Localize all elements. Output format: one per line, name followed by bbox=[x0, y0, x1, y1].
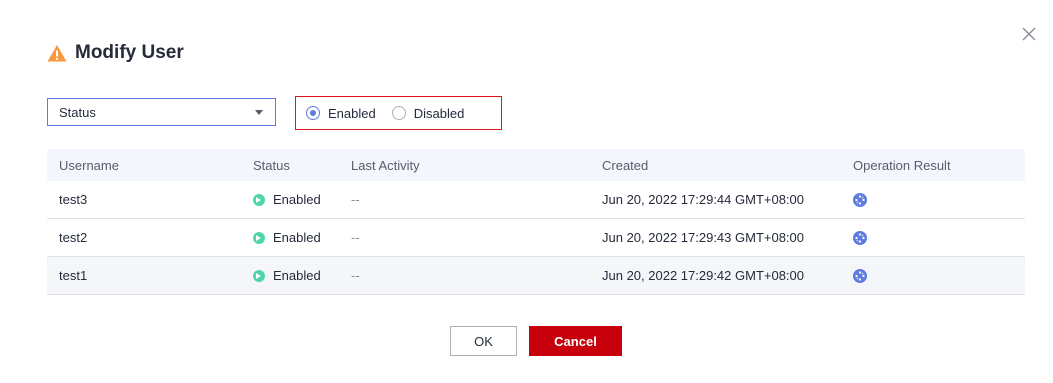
ok-button[interactable]: OK bbox=[450, 326, 517, 356]
radio-disabled-label: Disabled bbox=[413, 105, 465, 121]
users-table: Username Status Last Activity Created Op… bbox=[47, 149, 1025, 295]
status-cell: Enabled bbox=[241, 181, 339, 219]
username-cell: test3 bbox=[47, 181, 241, 219]
radio-checked-icon bbox=[306, 106, 320, 120]
column-header-status: Status bbox=[241, 149, 339, 181]
attribute-select[interactable]: Status bbox=[47, 98, 276, 126]
status-enabled-icon bbox=[253, 231, 265, 244]
username-cell: test2 bbox=[47, 218, 241, 257]
radio-unchecked-icon bbox=[391, 106, 406, 120]
radio-enabled[interactable]: Enabled bbox=[306, 106, 376, 121]
column-header-username: Username bbox=[47, 149, 241, 181]
status-label: Enabled bbox=[273, 192, 321, 207]
table-header-row: Username Status Last Activity Created Op… bbox=[47, 149, 1025, 181]
dialog-title: Modify User bbox=[75, 42, 184, 63]
table-row[interactable]: test2 Enabled -- Jun 20, 2022 17:29:43 G… bbox=[47, 218, 1025, 257]
status-label: Enabled bbox=[273, 268, 321, 283]
loading-spinner-icon bbox=[853, 268, 867, 283]
operation-result-cell bbox=[841, 256, 1025, 295]
operation-result-cell bbox=[841, 181, 1025, 219]
operation-result-cell bbox=[841, 218, 1025, 257]
created-cell: Jun 20, 2022 17:29:42 GMT+08:00 bbox=[590, 256, 841, 295]
status-radio-group: Enabled Disabled bbox=[295, 96, 502, 130]
last-activity-cell: -- bbox=[339, 181, 590, 219]
warning-icon bbox=[47, 45, 67, 62]
column-header-created: Created bbox=[590, 149, 841, 181]
status-enabled-icon bbox=[253, 193, 265, 206]
last-activity-cell: -- bbox=[339, 218, 590, 257]
created-cell: Jun 20, 2022 17:29:44 GMT+08:00 bbox=[590, 181, 841, 219]
status-cell: Enabled bbox=[241, 256, 339, 295]
status-enabled-icon bbox=[253, 269, 265, 282]
radio-enabled-label: Enabled bbox=[328, 105, 376, 121]
cancel-button[interactable]: Cancel bbox=[529, 326, 622, 356]
last-activity-cell: -- bbox=[339, 256, 590, 295]
loading-spinner-icon bbox=[853, 230, 867, 245]
status-cell: Enabled bbox=[241, 218, 339, 257]
attribute-select-value: Status bbox=[59, 104, 96, 120]
column-header-last-activity: Last Activity bbox=[339, 149, 590, 181]
radio-disabled[interactable]: Disabled bbox=[391, 105, 465, 121]
dialog-header: Modify User bbox=[47, 42, 184, 64]
column-header-operation-result: Operation Result bbox=[841, 149, 1025, 181]
table-row[interactable]: test3 Enabled -- Jun 20, 2022 17:29:44 G… bbox=[47, 181, 1025, 219]
created-cell: Jun 20, 2022 17:29:43 GMT+08:00 bbox=[590, 218, 841, 257]
username-cell: test1 bbox=[47, 256, 241, 295]
table-row[interactable]: test1 Enabled -- Jun 20, 2022 17:29:42 G… bbox=[47, 256, 1025, 295]
caret-down-icon bbox=[255, 109, 263, 115]
status-label: Enabled bbox=[273, 230, 321, 245]
close-icon[interactable] bbox=[1019, 24, 1039, 44]
loading-spinner-icon bbox=[853, 192, 867, 207]
